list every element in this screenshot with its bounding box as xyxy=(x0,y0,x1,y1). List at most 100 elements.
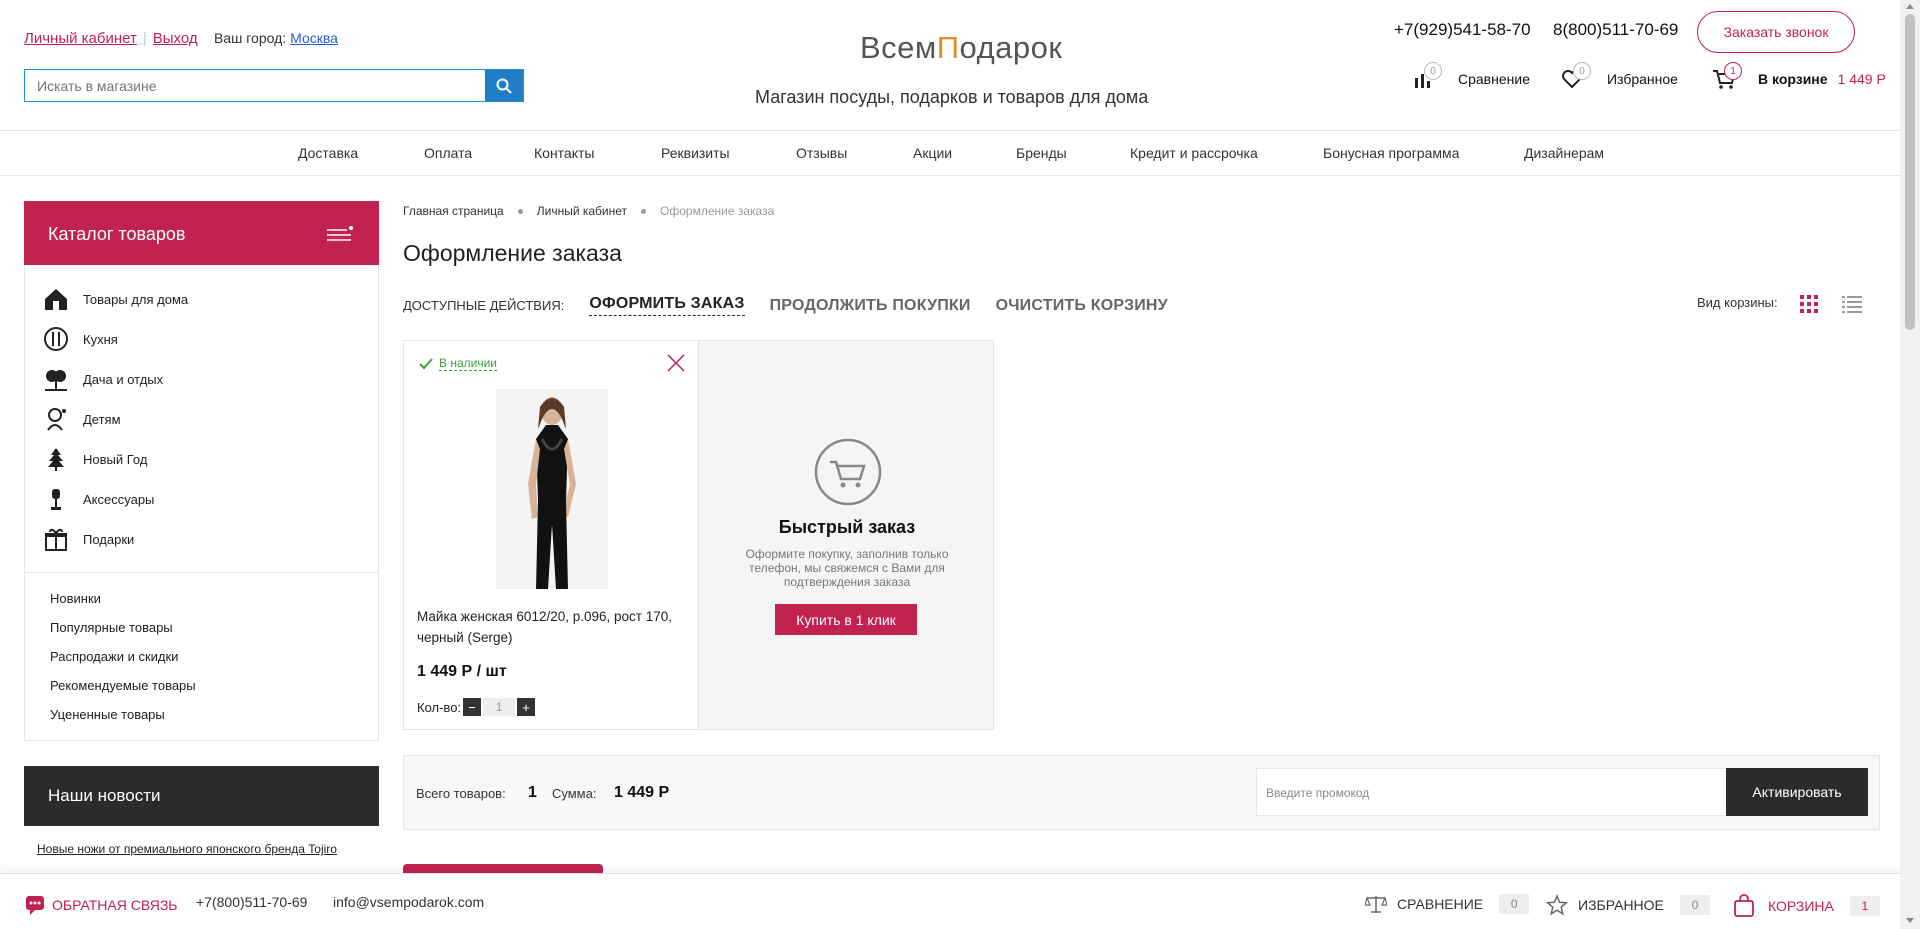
footer-phone[interactable]: +7(800)511-70-69 xyxy=(196,894,307,910)
category-label: Детям xyxy=(83,411,121,427)
favorites-label: Избранное xyxy=(1607,71,1678,87)
activate-promo-button[interactable]: Активировать xyxy=(1726,768,1868,816)
view-label: Вид корзины: xyxy=(1697,295,1778,310)
city-label: Ваш город: xyxy=(214,30,287,46)
chat-icon xyxy=(26,896,44,915)
nav-item-designers[interactable]: Дизайнерам xyxy=(1524,145,1604,161)
promo-code-input[interactable]: Введите промокод xyxy=(1256,768,1727,816)
logout-link[interactable]: Выход xyxy=(153,30,198,47)
breadcrumb: Главная страница Личный кабинет Оформлен… xyxy=(403,204,774,218)
nav-item-requisites[interactable]: Реквизиты xyxy=(661,145,730,161)
breadcrumb-current: Оформление заказа xyxy=(660,204,775,218)
nav-item-reviews[interactable]: Отзывы xyxy=(796,145,847,161)
city-link[interactable]: Москва xyxy=(290,30,338,46)
tree-icon xyxy=(45,370,67,391)
category-accessories[interactable]: Аксессуары xyxy=(43,486,154,512)
search-button[interactable] xyxy=(485,70,523,101)
christmas-tree-icon xyxy=(48,448,64,471)
news-link[interactable]: Новые ножи от премиального японского бре… xyxy=(37,842,337,856)
breadcrumb-account[interactable]: Личный кабинет xyxy=(537,204,627,218)
category-label: Кухня xyxy=(83,331,118,347)
nav-item-delivery[interactable]: Доставка xyxy=(298,145,358,161)
footer-compare-label: СРАВНЕНИЕ xyxy=(1397,896,1484,912)
footer-email[interactable]: info@vsempodarok.com xyxy=(333,894,484,910)
category-home-goods[interactable]: Товары для дома xyxy=(43,286,188,312)
category-dacha[interactable]: Дача и отдых xyxy=(43,366,163,392)
category-label: Подарки xyxy=(83,531,135,547)
news-header: Наши новости xyxy=(24,766,379,826)
scales-icon xyxy=(1365,896,1387,913)
continue-shopping-action[interactable]: ПРОДОЛЖИТЬ ПОКУПКИ xyxy=(770,297,971,315)
cart-totals: Всего товаров: 1 Сумма: 1 449 Р Введите … xyxy=(403,755,1880,830)
page-scrollbar[interactable] xyxy=(1900,0,1920,929)
logo-text-4: дарок xyxy=(976,30,1063,65)
logo-text-2: П xyxy=(936,30,960,65)
nav-item-promotions[interactable]: Акции xyxy=(913,145,952,161)
search-input[interactable] xyxy=(25,70,485,101)
clear-cart-action[interactable]: ОЧИСТИТЬ КОРЗИНУ xyxy=(996,297,1168,315)
qty-plus-button[interactable]: + xyxy=(517,698,536,716)
favorites-link[interactable]: 0 Избранное xyxy=(1561,62,1678,90)
subitem-sales[interactable]: Распродажи и скидки xyxy=(50,649,178,664)
callback-button[interactable]: Заказать звонок xyxy=(1697,11,1855,53)
nav-item-bonus[interactable]: Бонусная программа xyxy=(1323,145,1459,161)
product-image[interactable] xyxy=(496,389,608,589)
sticky-footer-bar: ОБРАТНАЯ СВЯЗЬ +7(800)511-70-69 info@vse… xyxy=(0,873,1900,929)
nav-item-payment[interactable]: Оплата xyxy=(424,145,472,161)
actions-label: ДОСТУПНЫЕ ДЕЙСТВИЯ: xyxy=(403,298,565,313)
cart-link[interactable]: 1 В корзине 1 449 Р xyxy=(1712,62,1886,90)
nav-item-brands[interactable]: Бренды xyxy=(1016,145,1067,161)
cart-sum: 1 449 Р xyxy=(1837,71,1886,87)
nav-item-credit[interactable]: Кредит и рассрочка xyxy=(1130,145,1258,161)
subitem-recommended[interactable]: Рекомендуемые товары xyxy=(50,678,196,693)
one-click-buy-button[interactable]: Купить в 1 клик xyxy=(775,604,917,635)
quick-order-card: Быстрый заказ Оформите покупку, заполнив… xyxy=(698,340,994,730)
category-gifts[interactable]: Подарки xyxy=(43,526,134,552)
catalog-title: Каталог товаров xyxy=(48,224,186,244)
compare-link[interactable]: 0 Сравнение xyxy=(1412,62,1530,90)
product-name[interactable]: Майка женская 6012/20, р.096, рост 170, … xyxy=(417,606,692,648)
remove-item-icon[interactable] xyxy=(666,353,686,373)
footer-cart-link[interactable]: КОРЗИНА 1 xyxy=(1732,894,1880,918)
subitem-discounted[interactable]: Уцененные товары xyxy=(50,707,165,722)
breadcrumb-home[interactable]: Главная страница xyxy=(403,204,504,218)
feedback-label: ОБРАТНАЯ СВЯЗЬ xyxy=(52,897,178,913)
subitem-new[interactable]: Новинки xyxy=(50,591,101,606)
grid-view-icon[interactable] xyxy=(1800,295,1818,313)
qty-input[interactable]: 1 xyxy=(483,698,516,716)
house-icon xyxy=(45,289,67,310)
site-logo[interactable]: ВсемПодарок xyxy=(860,30,1062,66)
catalog-header[interactable]: Каталог товаров xyxy=(24,201,379,265)
category-new-year[interactable]: Новый Год xyxy=(43,446,147,472)
category-kitchen[interactable]: Кухня xyxy=(43,326,118,352)
footer-favorites-count: 0 xyxy=(1679,895,1710,915)
footer-cart-count: 1 xyxy=(1849,896,1880,916)
kids-icon xyxy=(47,408,66,431)
nav-item-contacts[interactable]: Контакты xyxy=(534,145,594,161)
subitem-popular[interactable]: Популярные товары xyxy=(50,620,173,635)
cart-label: В корзине xyxy=(1758,71,1828,87)
category-kids[interactable]: Детям xyxy=(43,406,121,432)
feedback-link[interactable]: ОБРАТНАЯ СВЯЗЬ xyxy=(24,894,177,916)
footer-compare-link[interactable]: СРАВНЕНИЕ 0 xyxy=(1365,894,1530,914)
quantity-stepper: Кол-во: − 1 + xyxy=(417,698,536,716)
account-links: Личный кабинет | Выход xyxy=(24,30,198,47)
total-sum-value: 1 449 Р xyxy=(614,784,670,801)
footer-favorites-label: ИЗБРАННОЕ xyxy=(1578,897,1664,913)
main-nav: Доставка Оплата Контакты Реквизиты Отзыв… xyxy=(0,132,1900,176)
phone-1[interactable]: +7(929)541-58-70 xyxy=(1394,20,1531,40)
scrollbar-thumb[interactable] xyxy=(1905,14,1915,330)
list-view-icon[interactable] xyxy=(1842,295,1862,313)
qty-minus-button[interactable]: − xyxy=(463,698,482,716)
checkout-action[interactable]: ОФОРМИТЬ ЗАКАЗ xyxy=(589,295,745,316)
product-price: 1 449 Р / шт xyxy=(417,663,507,680)
site-tagline: Магазин посуды, подарков и товаров для д… xyxy=(755,87,1149,107)
scroll-down-arrow[interactable] xyxy=(1906,918,1914,923)
scroll-up-arrow[interactable] xyxy=(1906,4,1914,9)
account-link[interactable]: Личный кабинет xyxy=(24,30,137,47)
total-sum-label: Сумма: xyxy=(552,786,597,801)
footer-favorites-link[interactable]: ИЗБРАННОЕ 0 xyxy=(1546,894,1710,916)
category-label: Новый Год xyxy=(83,451,148,467)
phone-2[interactable]: 8(800)511-70-69 xyxy=(1553,20,1678,40)
breadcrumb-separator xyxy=(517,208,523,214)
